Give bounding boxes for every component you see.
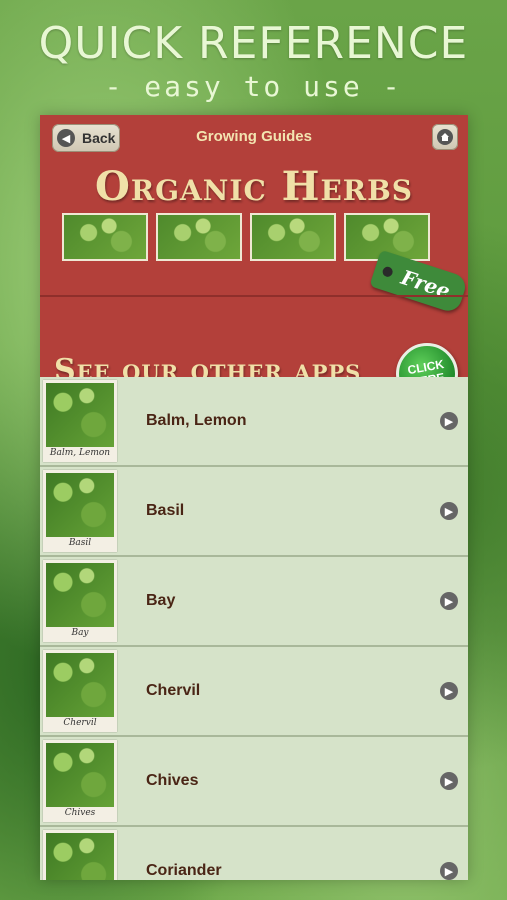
chevron-right-icon: ▶ <box>440 682 458 700</box>
herb-photo <box>43 830 117 880</box>
herb-name: Bay <box>146 592 176 609</box>
home-button[interactable] <box>432 124 458 150</box>
herb-thumbnail <box>250 213 336 261</box>
chevron-right-icon: ▶ <box>440 862 458 880</box>
free-label: Free <box>398 265 454 304</box>
herb-photo: Chervil <box>43 650 117 732</box>
photo-caption: Basil <box>68 538 92 548</box>
herb-name: Chives <box>146 772 199 789</box>
promo-title: QUICK REFERENCE <box>38 18 469 69</box>
chevron-right-icon: ▶ <box>440 772 458 790</box>
herb-thumbnail <box>156 213 242 261</box>
navbar: ◀ Back Growing Guides <box>40 115 468 163</box>
app-screen: ◀ Back Growing Guides Organic Herbs Free… <box>40 115 468 880</box>
list-item[interactable]: Chives Chives ▶ <box>40 737 468 827</box>
list-item[interactable]: Coriander ▶ <box>40 827 468 880</box>
divider <box>40 295 468 297</box>
chevron-right-icon: ▶ <box>440 412 458 430</box>
herb-name: Basil <box>146 502 185 519</box>
banner-thumbnails <box>62 213 430 265</box>
herb-name: Chervil <box>146 682 201 699</box>
herb-name: Balm, Lemon <box>146 412 247 429</box>
nav-title: Growing Guides <box>196 128 312 145</box>
herb-photo: Basil <box>43 470 117 552</box>
chevron-right-icon: ▶ <box>440 592 458 610</box>
list-item[interactable]: Chervil Chervil ▶ <box>40 647 468 737</box>
herb-photo: Bay <box>43 560 117 642</box>
list-item[interactable]: Bay Bay ▶ <box>40 557 468 647</box>
promo-subtitle: - easy to use - <box>104 70 403 103</box>
photo-caption: Bay <box>71 628 89 638</box>
organic-herbs-banner[interactable]: Organic Herbs Free See our other apps CL… <box>40 163 468 405</box>
photo-caption: Balm, Lemon <box>49 448 111 458</box>
home-icon <box>437 129 453 145</box>
herb-thumbnail <box>62 213 148 261</box>
photo-caption: Chervil <box>63 718 97 728</box>
herb-image <box>46 833 114 880</box>
list-item[interactable]: Balm, Lemon Balm, Lemon ▶ <box>40 377 468 467</box>
herb-photo: Balm, Lemon <box>43 380 117 462</box>
banner-title: Organic Herbs <box>95 163 413 210</box>
list-item[interactable]: Basil Basil ▶ <box>40 467 468 557</box>
herb-list: Balm, Lemon Balm, Lemon ▶ Basil Basil ▶ … <box>40 377 468 880</box>
photo-caption: Chives <box>64 808 96 818</box>
tag-hole <box>381 265 394 279</box>
herb-image <box>46 383 114 447</box>
herb-name: Coriander <box>146 862 222 879</box>
herb-image <box>46 743 114 807</box>
herb-image <box>46 473 114 537</box>
chevron-right-icon: ▶ <box>440 502 458 520</box>
herb-image <box>46 653 114 717</box>
herb-photo: Chives <box>43 740 117 822</box>
herb-image <box>46 563 114 627</box>
